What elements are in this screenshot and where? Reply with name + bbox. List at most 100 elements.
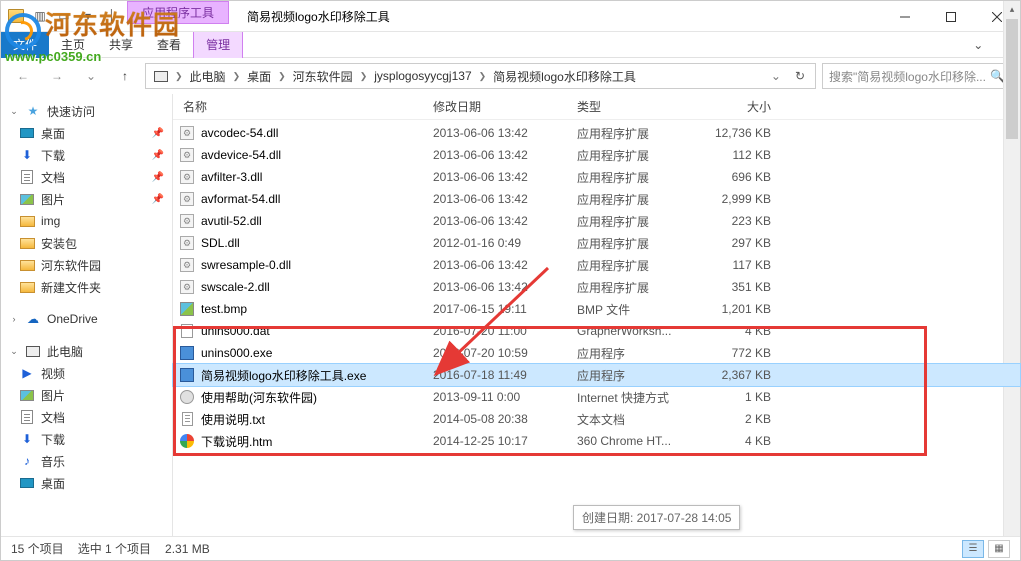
sidebar-item-install[interactable]: 安装包: [1, 232, 172, 254]
sidebar-onedrive[interactable]: ›☁OneDrive: [1, 308, 172, 330]
file-date: 2016-07-20 10:59: [433, 346, 577, 360]
breadcrumb-pc[interactable]: 此电脑: [186, 68, 230, 85]
window-title: 简易视频logo水印移除工具: [229, 1, 882, 31]
file-date: 2013-06-06 13:42: [433, 148, 577, 162]
col-name[interactable]: 名称: [179, 98, 433, 115]
file-size: 1,201 KB: [701, 302, 787, 316]
qat-dropdown-icon[interactable]: ▾: [77, 5, 99, 27]
breadcrumb-folder3[interactable]: 简易视频logo水印移除工具: [489, 68, 640, 85]
nav-recent-icon[interactable]: ⌄: [77, 62, 105, 90]
sidebar-item-desktop2[interactable]: 桌面: [1, 472, 172, 494]
col-size[interactable]: 大小: [701, 98, 787, 115]
file-size: 4 KB: [701, 324, 787, 338]
file-date: 2012-01-16 0:49: [433, 236, 577, 250]
file-size: 2,367 KB: [701, 368, 787, 382]
download-icon: ⬇: [19, 147, 35, 163]
sidebar-item-music[interactable]: ♪音乐: [1, 450, 172, 472]
col-type[interactable]: 类型: [577, 98, 701, 115]
file-row[interactable]: 使用帮助(河东软件园)2013-09-11 0:00Internet 快捷方式1…: [173, 386, 1020, 408]
file-row[interactable]: avutil-52.dll2013-06-06 13:42应用程序扩展223 K…: [173, 210, 1020, 232]
file-size: 223 KB: [701, 214, 787, 228]
chevron-right-icon[interactable]: ❯: [230, 71, 244, 82]
pin-icon: 📌: [152, 172, 164, 183]
sidebar-item-desktop[interactable]: 桌面📌: [1, 122, 172, 144]
column-headers[interactable]: 名称 修改日期 类型 大小: [173, 94, 1020, 120]
file-date: 2014-12-25 10:17: [433, 434, 577, 448]
file-row[interactable]: unins000.dat2016-07-20 11:00GrapherWorks…: [173, 320, 1020, 342]
file-row[interactable]: 下载说明.htm2014-12-25 10:17360 Chrome HT...…: [173, 430, 1020, 452]
sidebar-item-newfolder[interactable]: 新建文件夹: [1, 276, 172, 298]
file-row[interactable]: swscale-2.dll2013-06-06 13:42应用程序扩展351 K…: [173, 276, 1020, 298]
breadcrumb-folder2[interactable]: jysplogosyycgj137: [370, 69, 475, 83]
file-name: unins000.dat: [201, 324, 270, 338]
address-bar[interactable]: ❯ 此电脑 ❯ 桌面 ❯ 河东软件园 ❯ jysplogosyycgj137 ❯…: [145, 63, 816, 89]
file-row[interactable]: avdevice-54.dll2013-06-06 13:42应用程序扩展112…: [173, 144, 1020, 166]
file-row[interactable]: avfilter-3.dll2013-06-06 13:42应用程序扩展696 …: [173, 166, 1020, 188]
tab-share[interactable]: 共享: [97, 32, 145, 58]
sidebar-this-pc[interactable]: ⌄此电脑: [1, 340, 172, 362]
file-row[interactable]: 使用说明.txt2014-05-08 20:38文本文档2 KB: [173, 408, 1020, 430]
file-date: 2013-09-11 0:00: [433, 390, 577, 404]
breadcrumb-root[interactable]: [150, 71, 172, 82]
chevron-right-icon[interactable]: ❯: [275, 71, 289, 82]
qat-properties-icon[interactable]: ▥: [29, 5, 51, 27]
col-date[interactable]: 修改日期: [433, 98, 577, 115]
file-size: 117 KB: [701, 258, 787, 272]
folder-icon: [20, 260, 35, 271]
tab-manage[interactable]: 管理: [193, 32, 243, 58]
sidebar-quick-access[interactable]: ⌄★快速访问: [1, 100, 172, 122]
dll-file-icon: [180, 148, 194, 162]
file-row[interactable]: swresample-0.dll2013-06-06 13:42应用程序扩展11…: [173, 254, 1020, 276]
documents-icon: [21, 170, 33, 184]
file-row[interactable]: avcodec-54.dll2013-06-06 13:42应用程序扩展12,7…: [173, 122, 1020, 144]
view-details-button[interactable]: ☰: [962, 540, 984, 558]
title-bar: ▥ ▭ ▾ │ 应用程序工具 简易视频logo水印移除工具: [1, 1, 1020, 32]
sidebar-item-hedong[interactable]: 河东软件园: [1, 254, 172, 276]
star-icon: ★: [25, 103, 41, 119]
nav-back-button[interactable]: ←: [9, 62, 37, 90]
chevron-right-icon[interactable]: ❯: [357, 71, 371, 82]
view-large-icons-button[interactable]: ▦: [988, 540, 1010, 558]
dll-file-icon: [180, 170, 194, 184]
chevron-right-icon[interactable]: ❯: [172, 71, 186, 82]
nav-forward-button[interactable]: →: [43, 62, 71, 90]
sidebar-item-downloads[interactable]: ⬇下载📌: [1, 144, 172, 166]
file-row[interactable]: unins000.exe2016-07-20 10:59应用程序772 KB: [173, 342, 1020, 364]
file-row[interactable]: avformat-54.dll2013-06-06 13:42应用程序扩展2,9…: [173, 188, 1020, 210]
pin-icon: 📌: [152, 194, 164, 205]
maximize-button[interactable]: [928, 1, 974, 32]
file-row[interactable]: 简易视频logo水印移除工具.exe2016-07-18 11:49应用程序2,…: [173, 364, 1020, 386]
tab-file[interactable]: 文件: [1, 32, 49, 58]
breadcrumb-folder1[interactable]: 河东软件园: [289, 68, 357, 85]
chevron-right-icon[interactable]: ❯: [476, 71, 490, 82]
sidebar-item-documents[interactable]: 文档📌: [1, 166, 172, 188]
app-icon[interactable]: [5, 5, 27, 27]
address-dropdown-icon[interactable]: ⌄: [765, 69, 787, 83]
sidebar-item-pictures[interactable]: 图片📌: [1, 188, 172, 210]
expand-ribbon-icon[interactable]: ⌄: [963, 38, 993, 52]
tab-home[interactable]: 主页: [49, 32, 97, 58]
file-row[interactable]: test.bmp2017-06-15 19:11BMP 文件1,201 KB: [173, 298, 1020, 320]
breadcrumb-desktop[interactable]: 桌面: [243, 68, 275, 85]
sidebar-item-pictures2[interactable]: 图片: [1, 384, 172, 406]
search-input[interactable]: 搜索"简易视频logo水印移除... 🔍: [822, 63, 1012, 89]
refresh-icon[interactable]: ↻: [789, 69, 811, 83]
sidebar-item-video[interactable]: ▶视频: [1, 362, 172, 384]
dat-file-icon: [181, 324, 193, 338]
nav-up-button[interactable]: ↑: [111, 62, 139, 90]
file-date: 2014-05-08 20:38: [433, 412, 577, 426]
file-row[interactable]: SDL.dll2012-01-16 0:49应用程序扩展297 KB: [173, 232, 1020, 254]
tab-view[interactable]: 查看: [145, 32, 193, 58]
file-name: 使用说明.txt: [201, 411, 265, 428]
minimize-button[interactable]: [882, 1, 928, 32]
status-selected-count: 选中 1 个项目: [78, 540, 151, 557]
sidebar-item-documents2[interactable]: 文档: [1, 406, 172, 428]
file-date: 2013-06-06 13:42: [433, 126, 577, 140]
cloud-icon: ☁: [25, 311, 41, 327]
navigation-pane[interactable]: ⌄★快速访问 桌面📌 ⬇下载📌 文档📌 图片📌 img 安装包 河东软件园 新建…: [1, 94, 173, 538]
file-type: 应用程序扩展: [577, 235, 701, 252]
sidebar-item-img[interactable]: img: [1, 210, 172, 232]
status-selected-size: 2.31 MB: [165, 542, 210, 556]
qat-newfolder-icon[interactable]: ▭: [53, 5, 75, 27]
sidebar-item-downloads2[interactable]: ⬇下载: [1, 428, 172, 450]
